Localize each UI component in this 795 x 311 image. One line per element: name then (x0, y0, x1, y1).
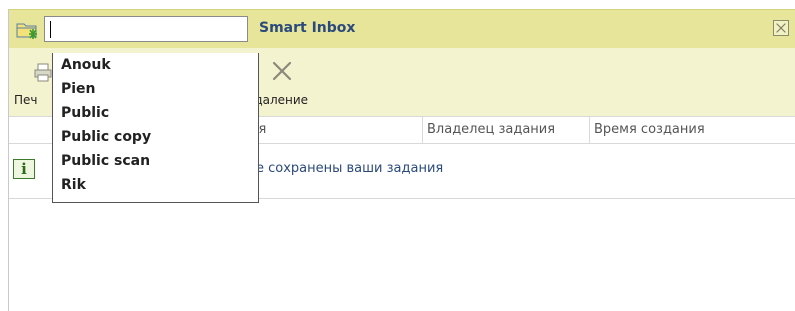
print-button-label: Печ (14, 93, 38, 107)
inbox-dropdown-list: Anouk Pien Public Public copy Public sca… (52, 53, 259, 203)
column-header-created[interactable]: Время создания (589, 117, 795, 143)
smart-inbox-panel: Smart Inbox Печ Удаление ия Владелец зад… (8, 9, 795, 311)
delete-x-icon (272, 61, 292, 81)
folder-new-icon[interactable] (16, 21, 38, 39)
column-header-name[interactable]: ия (245, 117, 426, 143)
close-icon[interactable] (773, 20, 789, 36)
text-caret (50, 21, 51, 38)
dropdown-option[interactable]: Public scan (53, 149, 258, 173)
inbox-search-input[interactable] (44, 16, 248, 42)
title-bar: Smart Inbox (9, 9, 795, 48)
info-icon: i (13, 159, 35, 179)
column-header-owner[interactable]: Владелец задания (422, 117, 590, 143)
dropdown-option[interactable]: Anouk (53, 53, 258, 77)
info-message: де сохранены ваши задания (247, 161, 444, 176)
dropdown-option[interactable]: Pien (53, 77, 258, 101)
dropdown-option[interactable]: Public copy (53, 125, 258, 149)
page-title: Smart Inbox (259, 20, 356, 36)
print-button[interactable]: Печ (9, 48, 52, 116)
dropdown-option[interactable]: Public (53, 101, 258, 125)
print-icon (34, 63, 52, 82)
dropdown-option[interactable]: Rik (53, 173, 258, 197)
